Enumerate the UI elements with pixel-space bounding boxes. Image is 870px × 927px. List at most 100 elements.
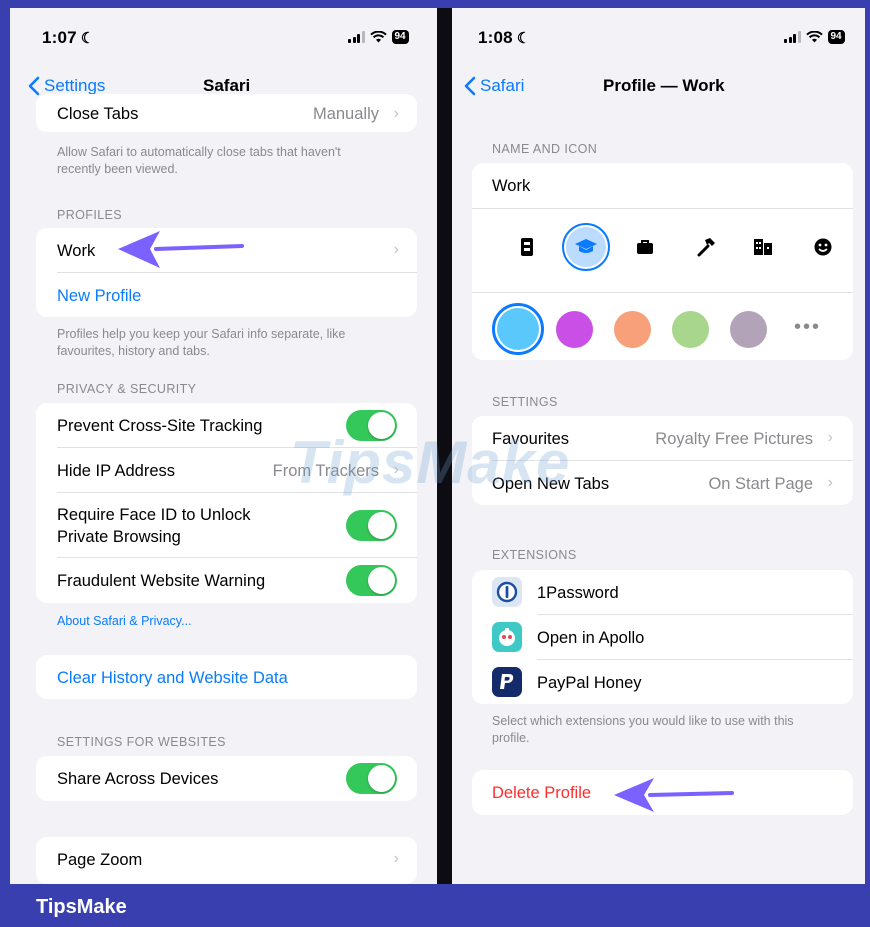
name-icon-group: Work ••• [472,163,853,360]
page-title: Profile — Work [603,76,725,95]
id-badge-icon[interactable] [512,232,542,262]
profile-name-text: Work [492,177,531,195]
watermark: TipsMake [290,429,571,496]
moon-icon: ☾ [516,30,531,47]
clear-history-label: Clear History and Website Data [57,669,288,687]
open-new-tabs-value: On Start Page [708,475,813,493]
new-profile-label: New Profile [57,287,142,305]
extension-row-paypal-honey[interactable]: PayPal Honey [472,660,853,704]
hide-ip-label: Hide IP Address [57,462,176,480]
new-profile-row[interactable]: New Profile [36,273,417,317]
about-safari-privacy-link[interactable]: About Safari & Privacy... [57,614,192,628]
graduation-cap-icon[interactable] [562,223,610,271]
battery-icon: 94 [827,30,845,44]
close-tabs-group: Close Tabs Manually › [36,94,417,132]
face-id-toggle[interactable] [346,510,397,541]
apollo-icon [492,622,522,652]
color-swatch-green[interactable] [672,311,709,348]
time-text: 1:08 [478,28,513,47]
profiles-footer: Profiles help you keep your Safari info … [57,327,346,358]
separator [472,292,853,293]
status-bar: 1:07 ☾ 94 [10,8,437,68]
swatch-fill [497,308,539,350]
status-time: 1:07 ☾ [42,28,94,48]
brand-bar: TipsMake [0,884,870,927]
frame-top [0,0,870,8]
cellular-signal-icon [784,31,801,43]
page-title: Safari [203,76,251,95]
clear-history-row[interactable]: Clear History and Website Data [36,655,417,699]
prevent-tracking-label: Prevent Cross-Site Tracking [57,417,263,435]
chevron-right-icon: › [393,241,399,258]
websites-group: Share Across Devices [36,756,417,801]
chevron-right-icon: › [827,474,833,491]
face-id-row: Require Face ID to Unlock Private Browsi… [36,493,417,557]
smiley-icon[interactable] [808,232,838,262]
fraud-warning-row: Fraudulent Website Warning [36,558,417,603]
battery-icon: 94 [391,30,409,44]
share-devices-toggle[interactable] [346,763,397,794]
status-time: 1:08 ☾ [478,28,530,48]
profiles-header: Profiles [57,208,123,222]
briefcase-icon[interactable] [630,232,660,262]
back-button[interactable]: Safari [464,76,524,96]
extensions-group: 1Password Open in Apollo PayPal Honey [472,570,853,704]
1password-icon [492,577,522,607]
chevron-right-icon: › [827,429,833,446]
back-label: Settings [44,76,106,95]
moon-icon: ☾ [80,30,95,47]
cellular-signal-icon [348,31,365,43]
face-id-label-line2: Private Browsing [57,528,181,546]
extension-row-1password[interactable]: 1Password [472,570,853,614]
page-zoom-group: Page Zoom › [36,837,417,884]
delete-profile-label: Delete Profile [492,784,592,802]
fraud-warning-label: Fraudulent Website Warning [57,572,266,590]
close-tabs-footer: Allow Safari to automatically close tabs… [57,145,341,176]
status-icons: 94 [784,30,845,44]
page-zoom-row[interactable]: Page Zoom › [36,837,417,882]
hammer-icon[interactable] [691,232,721,262]
share-devices-row: Share Across Devices [36,756,417,801]
status-icons: 94 [348,30,409,44]
face-id-label: Require Face ID to Unlock Private Browsi… [57,504,251,548]
extensions-header: Extensions [492,548,577,562]
extension-name: Open in Apollo [537,629,645,647]
extension-name: 1Password [537,584,619,602]
wifi-icon [805,31,823,43]
extension-name: PayPal Honey [537,674,642,692]
close-tabs-value: Manually [312,105,379,123]
chevron-left-icon [28,76,40,96]
privacy-header: Privacy & Security [57,382,197,396]
face-id-label-line1: Require Face ID to Unlock [57,506,251,524]
back-button[interactable]: Settings [28,76,105,96]
extension-row-apollo[interactable]: Open in Apollo [472,615,853,659]
favourites-value: Royalty Free Pictures [655,430,813,448]
close-tabs-label: Close Tabs [57,105,139,123]
profile-name-field[interactable]: Work [472,163,853,208]
name-icon-header: Name and Icon [492,142,598,156]
annotation-arrow-icon [118,231,244,268]
back-label: Safari [480,76,525,95]
chevron-right-icon: › [393,850,399,867]
chevron-right-icon: › [393,105,399,122]
paypal-honey-icon [492,667,522,697]
share-devices-label: Share Across Devices [57,770,219,788]
extensions-footer: Select which extensions you would like t… [492,714,794,745]
color-swatch-mauve[interactable] [730,311,767,348]
status-bar: 1:08 ☾ 94 [452,8,865,68]
wifi-icon [369,31,387,43]
annotation-arrow-icon [614,778,734,812]
profile-work-label: Work [57,242,96,260]
color-swatch-purple[interactable] [556,311,593,348]
close-tabs-row[interactable]: Close Tabs Manually › [36,94,417,132]
building-icon[interactable] [748,232,778,262]
more-colors-button[interactable]: ••• [794,316,821,339]
fraud-warning-toggle[interactable] [346,565,397,596]
separator [472,208,853,209]
brand-logo: TipsMake [36,896,127,918]
time-text: 1:07 [42,28,77,47]
color-swatch-orange[interactable] [614,311,651,348]
websites-header: Settings for Websites [57,735,226,749]
nav-bar: Safari Profile — Work [452,70,865,110]
color-swatch-blue[interactable] [492,303,544,355]
